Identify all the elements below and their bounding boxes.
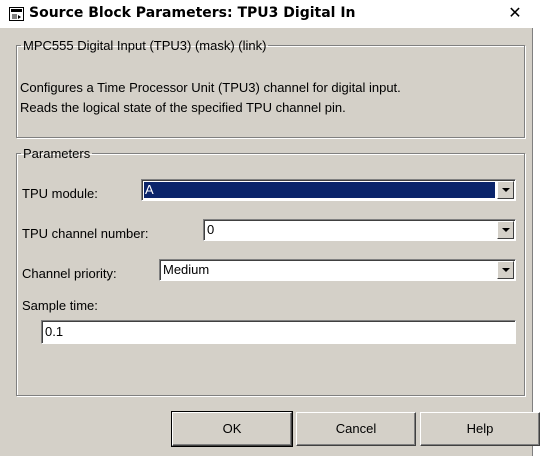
close-button[interactable]: ✕ [505,3,525,23]
channel-priority-label: Channel priority: [22,266,117,281]
title-bar[interactable]: Source Block Parameters: TPU3 Digital In… [0,0,533,28]
chevron-down-icon[interactable] [497,181,514,199]
tpu-channel-label: TPU channel number: [22,226,149,241]
simulink-block-icon [9,7,24,21]
tpu-module-label: TPU module: [22,186,98,201]
cancel-button[interactable]: Cancel [296,412,416,446]
ok-button[interactable]: OK [171,411,293,447]
tpu-module-value: A [145,182,154,197]
description-group-title: MPC555 Digital Input (TPU3) (mask) (link… [23,38,267,53]
description-line-1: Configures a Time Processor Unit (TPU3) … [20,80,401,95]
tpu-module-select[interactable]: A [141,179,516,201]
window-title: Source Block Parameters: TPU3 Digital In [29,5,356,21]
selection-highlight [144,182,495,198]
tpu-channel-select[interactable]: 0 [203,219,516,241]
parameters-group-title: Parameters [23,146,91,161]
dialog-window: Source Block Parameters: TPU3 Digital In… [0,0,540,456]
help-button[interactable]: Help [420,412,540,446]
sample-time-label: Sample time: [22,298,98,313]
chevron-down-icon[interactable] [497,221,514,239]
description-line-2: Reads the logical state of the specified… [20,100,346,115]
channel-priority-select[interactable]: Medium [159,259,516,281]
channel-priority-value: Medium [163,262,210,277]
close-icon: ✕ [508,3,522,22]
sample-time-value: 0.1 [45,324,64,339]
sample-time-input[interactable]: 0.1 [41,320,516,344]
chevron-down-icon[interactable] [497,261,514,279]
tpu-channel-value: 0 [207,222,215,237]
